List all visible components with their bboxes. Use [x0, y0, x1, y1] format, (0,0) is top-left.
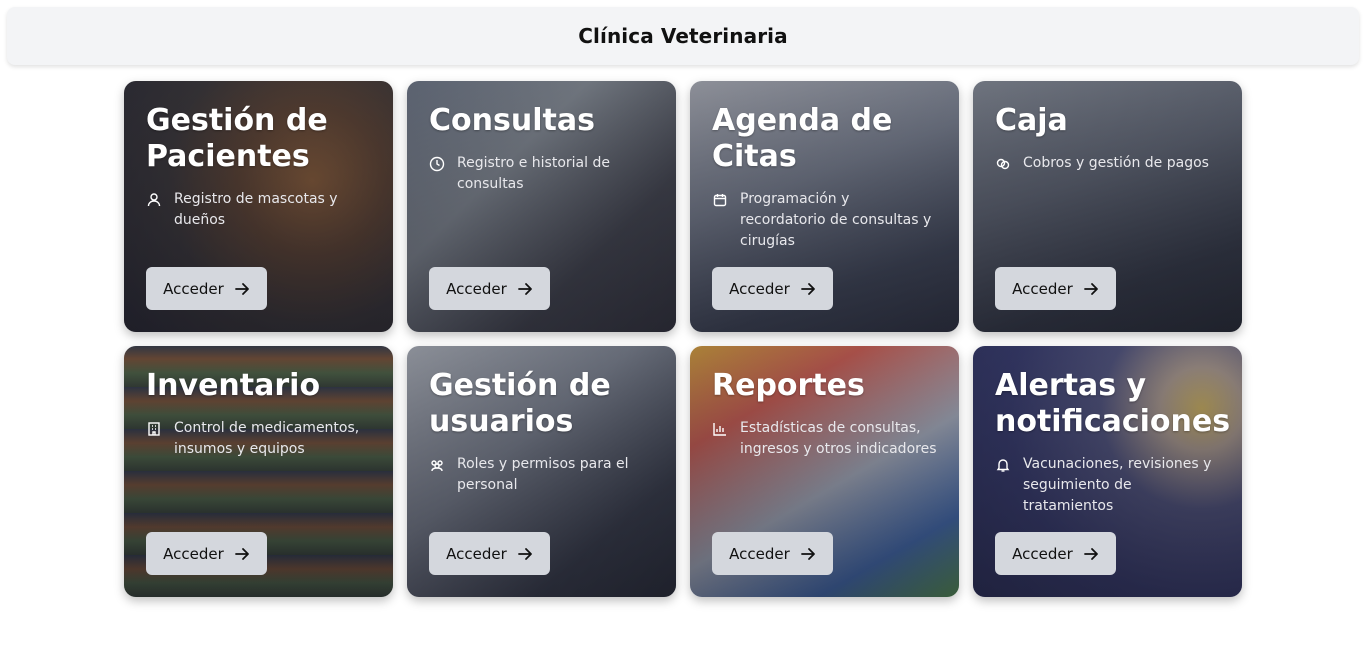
user-icon: [147, 193, 161, 207]
card-consultas: Consultas Registro e historial de consul…: [407, 81, 676, 332]
card-reportes: Reportes Estadísticas de consultas, ingr…: [690, 346, 959, 597]
card-description: Roles y permisos para el personal: [457, 456, 629, 493]
acceder-button[interactable]: Acceder: [429, 267, 550, 310]
page-title: Clínica Veterinaria: [578, 24, 788, 48]
card-description: Registro e historial de consultas: [457, 155, 610, 192]
arrow-right-icon: [234, 282, 249, 295]
button-label: Acceder: [163, 544, 224, 563]
acceder-button[interactable]: Acceder: [712, 267, 833, 310]
button-label: Acceder: [729, 544, 790, 563]
users-icon: [431, 460, 443, 472]
card-gestion-usuarios: Gestión de usuarios Roles y permisos par…: [407, 346, 676, 597]
acceder-button[interactable]: Acceder: [146, 267, 267, 310]
card-gestion-pacientes: Gestión de Pacientes Registro de mascota…: [124, 81, 393, 332]
card-alertas-notificaciones: Alertas y notificaciones Vacunaciones, r…: [973, 346, 1242, 597]
acceder-button[interactable]: Acceder: [146, 532, 267, 575]
card-description: Programación y recordatorio de consultas…: [740, 191, 932, 249]
button-label: Acceder: [446, 279, 507, 298]
button-label: Acceder: [446, 544, 507, 563]
card-title: Gestión de usuarios: [429, 368, 611, 439]
card-title: Consultas: [429, 103, 595, 138]
arrow-right-icon: [517, 547, 532, 560]
card-title: Agenda de Citas: [712, 103, 893, 174]
acceder-button[interactable]: Acceder: [995, 532, 1116, 575]
button-label: Acceder: [1012, 544, 1073, 563]
app-header: Clínica Veterinaria: [7, 7, 1359, 65]
card-title: Caja: [995, 103, 1068, 138]
acceder-button[interactable]: Acceder: [995, 267, 1116, 310]
arrow-right-icon: [800, 547, 815, 560]
card-caja: Caja Cobros y gestión de pagos Acceder: [973, 81, 1242, 332]
card-description: Registro de mascotas y dueños: [174, 191, 338, 228]
card-description: Cobros y gestión de pagos: [1023, 155, 1209, 171]
card-agenda-citas: Agenda de Citas Programación y recordato…: [690, 81, 959, 332]
arrow-right-icon: [800, 282, 815, 295]
clock-icon: [429, 156, 445, 172]
calendar-icon: [713, 194, 727, 207]
card-description: Vacunaciones, revisiones y seguimiento d…: [1023, 456, 1212, 514]
coins-icon: [996, 158, 1010, 170]
card-description: Estadísticas de consultas, ingresos y ot…: [740, 420, 937, 457]
button-label: Acceder: [729, 279, 790, 298]
arrow-right-icon: [517, 282, 532, 295]
arrow-right-icon: [1083, 282, 1098, 295]
button-label: Acceder: [1012, 279, 1073, 298]
card-description: Control de medicamentos, insumos y equip…: [174, 420, 360, 457]
acceder-button[interactable]: Acceder: [712, 532, 833, 575]
button-label: Acceder: [163, 279, 224, 298]
module-grid: Gestión de Pacientes Registro de mascota…: [124, 81, 1242, 597]
card-title: Gestión de Pacientes: [146, 103, 328, 174]
bar-chart-icon: [713, 423, 726, 436]
arrow-right-icon: [1083, 547, 1098, 560]
card-title: Reportes: [712, 368, 865, 403]
bell-icon: [996, 459, 1010, 472]
building-icon: [148, 422, 160, 436]
card-inventario: Inventario Control de medicamentos, insu…: [124, 346, 393, 597]
arrow-right-icon: [234, 547, 249, 560]
card-title: Inventario: [146, 368, 321, 403]
card-title: Alertas y notificaciones: [995, 368, 1231, 439]
acceder-button[interactable]: Acceder: [429, 532, 550, 575]
